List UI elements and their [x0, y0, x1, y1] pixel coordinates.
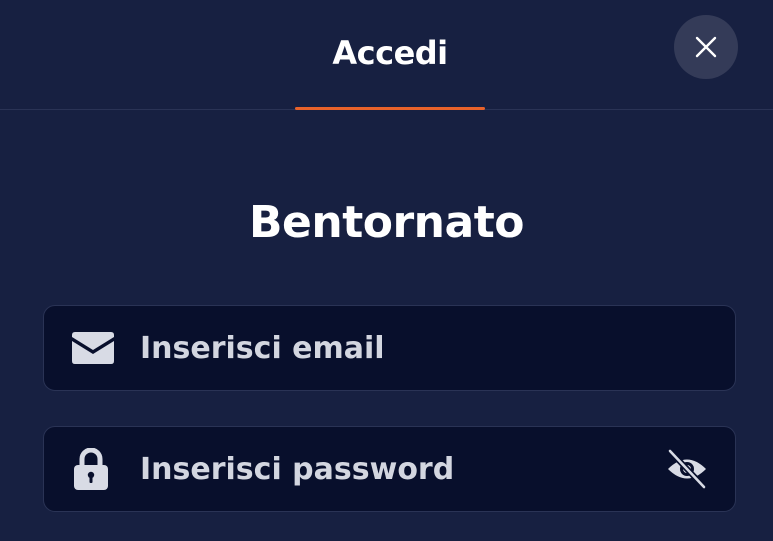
envelope-icon — [72, 332, 114, 364]
email-field-container — [43, 305, 736, 391]
tab-label: Accedi — [332, 34, 448, 72]
eye-off-icon — [667, 448, 707, 490]
active-tab-indicator — [295, 107, 485, 110]
email-input[interactable] — [140, 306, 640, 390]
tab-accedi[interactable]: Accedi — [295, 0, 485, 110]
password-input[interactable] — [140, 427, 640, 511]
password-visibility-toggle[interactable] — [665, 447, 709, 491]
login-modal: Accedi Bentornato — [0, 0, 773, 541]
close-button[interactable] — [674, 15, 738, 79]
password-field-container — [43, 426, 736, 512]
page-title: Bentornato — [249, 197, 524, 248]
close-icon — [695, 36, 717, 58]
modal-header: Accedi — [0, 0, 773, 110]
lock-icon — [74, 448, 108, 490]
